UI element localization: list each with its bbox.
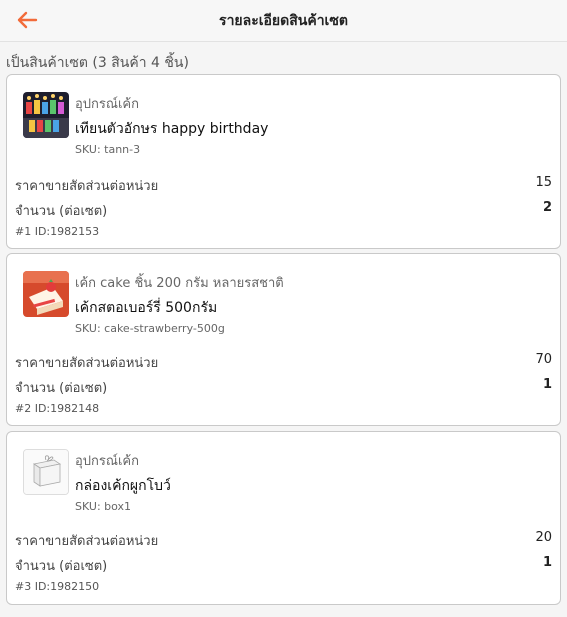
quantity-label: จำนวน (ต่อเซต) [15,381,108,396]
item-name: กล่องเค้กผูกโบว์ [75,478,171,494]
set-item-card: เค้ก cake ชิ้น 200 กรัม หลายรสชาติ เค้กส… [6,253,561,426]
birthday-candles-image [23,92,69,138]
item-category: อุปกรณ์เค้ก [75,97,139,112]
set-summary: เป็นสินค้าเซต (3 สินค้า 4 ชิ้น) [6,55,189,71]
quantity-row: จำนวน (ต่อเซต) 1 [15,555,552,576]
quantity-label: จำนวน (ต่อเซต) [15,559,108,574]
unit-price-value: 15 [535,175,552,190]
quantity-row: จำนวน (ต่อเซต) 1 [15,377,552,398]
app-header: รายละเอียดสินค้าเซต [0,0,567,42]
quantity-value: 2 [542,200,552,215]
unit-price-row: ราคาขายสัดส่วนต่อหน่วย 15 [15,175,552,196]
arrow-left-icon [17,11,38,29]
item-id: #2 ID:1982148 [15,402,100,415]
page-title: รายละเอียดสินค้าเซต [219,12,348,29]
quantity-value: 1 [542,555,552,570]
unit-price-label: ราคาขายสัดส่วนต่อหน่วย [15,356,159,371]
unit-price-label: ราคาขายสัดส่วนต่อหน่วย [15,179,159,194]
quantity-row: จำนวน (ต่อเซต) 2 [15,200,552,221]
item-category: เค้ก cake ชิ้น 200 กรัม หลายรสชาติ [75,276,284,291]
item-category: อุปกรณ์เค้ก [75,454,139,469]
back-button[interactable] [12,7,42,33]
item-id: #1 ID:1982153 [15,225,100,238]
unit-price-label: ราคาขายสัดส่วนต่อหน่วย [15,534,159,549]
unit-price-row: ราคาขายสัดส่วนต่อหน่วย 70 [15,352,552,373]
item-sku: SKU: tann-3 [75,143,141,156]
unit-price-value: 20 [535,530,552,545]
unit-price-row: ราคาขายสัดส่วนต่อหน่วย 20 [15,530,552,551]
item-name: เค้กสตอเบอร์รี่ 500กรัม [75,300,218,316]
item-sku: SKU: cake-strawberry-500g [75,322,225,335]
set-item-card: อุปกรณ์เค้ก เทียนตัวอักษร happy birthday… [6,74,561,249]
item-name: เทียนตัวอักษร happy birthday [75,121,269,137]
unit-price-value: 70 [535,352,552,367]
item-sku: SKU: box1 [75,500,132,513]
cake-box-image [23,449,69,495]
strawberry-cake-image [23,271,69,317]
set-item-card: อุปกรณ์เค้ก กล่องเค้กผูกโบว์ SKU: box1 ร… [6,431,561,605]
item-id: #3 ID:1982150 [15,580,100,593]
quantity-label: จำนวน (ต่อเซต) [15,204,108,219]
quantity-value: 1 [542,377,552,392]
